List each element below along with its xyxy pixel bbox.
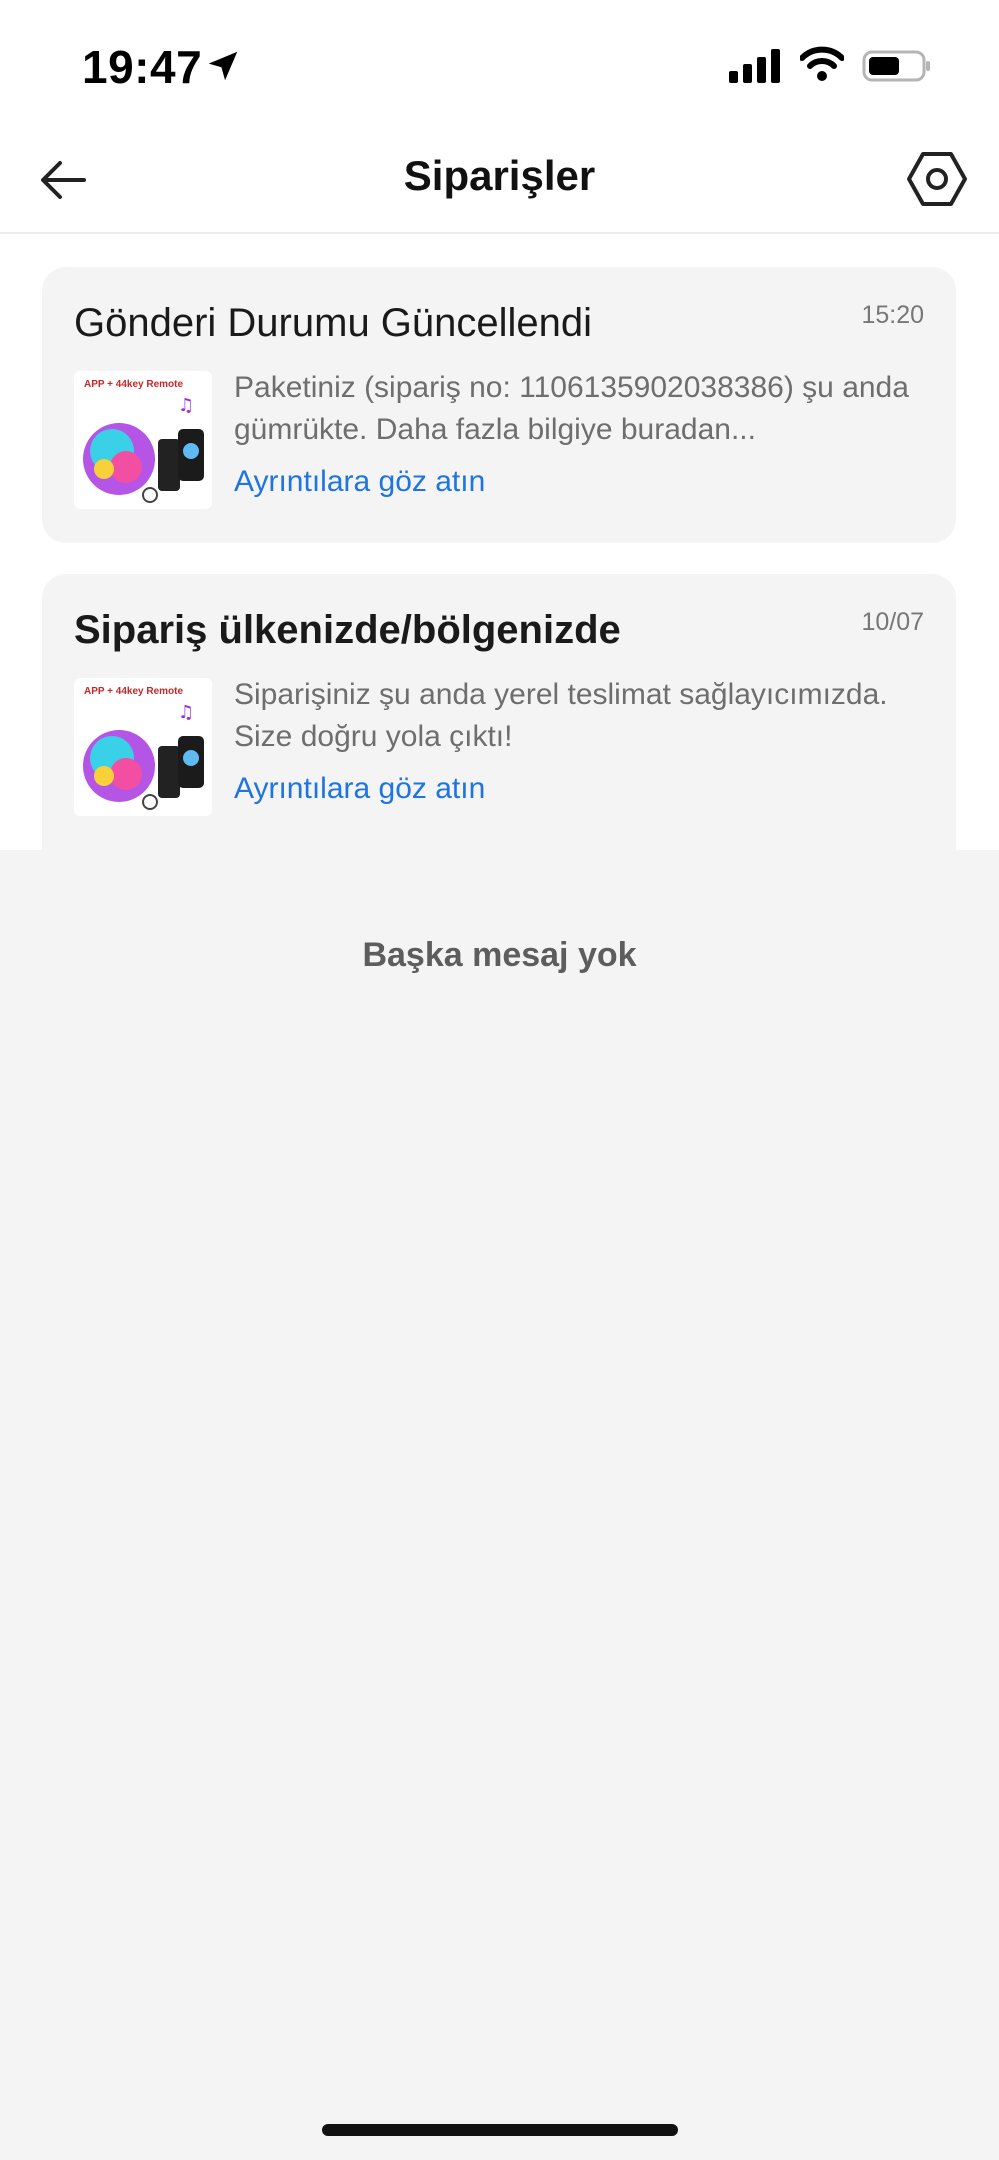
details-link[interactable]: Ayrıntılara göz atın bbox=[234, 465, 485, 499]
message-body: Siparişiniz şu anda yerel teslimat sağla… bbox=[234, 678, 888, 753]
message-body: Paketiniz (sipariş no: 1106135902038386)… bbox=[234, 371, 909, 446]
page-title: Siparişler bbox=[403, 152, 596, 199]
product-thumbnail: APP + 44key Remote ♫ bbox=[74, 678, 212, 816]
svg-text:♫: ♫ bbox=[178, 395, 194, 416]
led-strip-product-image: ♫ bbox=[83, 702, 204, 810]
svg-text:♫: ♫ bbox=[178, 702, 194, 723]
message-title: Gönderi Durumu Güncellendi bbox=[74, 301, 593, 345]
orders-messages-screen: 19:47 Siparişler Gönderi Durumu Güncelle… bbox=[0, 0, 999, 2160]
details-link[interactable]: Ayrıntılara göz atın bbox=[234, 772, 485, 806]
message-card[interactable]: Gönderi Durumu Güncellendi 15:20 APP + 4… bbox=[42, 267, 956, 543]
battery-icon bbox=[862, 50, 930, 82]
message-time: 10/07 bbox=[861, 608, 924, 636]
settings-hexagon-icon[interactable] bbox=[906, 148, 968, 210]
status-bar: 19:47 bbox=[0, 0, 999, 130]
no-more-messages-text: Başka mesaj yok bbox=[362, 936, 637, 974]
thumbnail-caption: APP + 44key Remote bbox=[84, 379, 184, 390]
navigation-bar: Siparişler bbox=[0, 130, 999, 234]
thumbnail-caption: APP + 44key Remote bbox=[84, 686, 184, 697]
home-indicator[interactable] bbox=[322, 2124, 678, 2136]
wifi-icon bbox=[800, 46, 844, 81]
status-time: 19:47 bbox=[82, 41, 203, 93]
location-arrow-icon bbox=[208, 51, 238, 81]
message-card[interactable]: Sipariş ülkenizde/bölgenizde 10/07 APP +… bbox=[42, 574, 956, 850]
product-thumbnail: APP + 44key Remote ♫ bbox=[74, 371, 212, 509]
message-time: 15:20 bbox=[861, 301, 924, 329]
led-strip-product-image: ♫ bbox=[83, 395, 204, 503]
message-title: Sipariş ülkenizde/bölgenizde bbox=[74, 608, 621, 652]
cellular-signal-icon bbox=[729, 49, 780, 83]
